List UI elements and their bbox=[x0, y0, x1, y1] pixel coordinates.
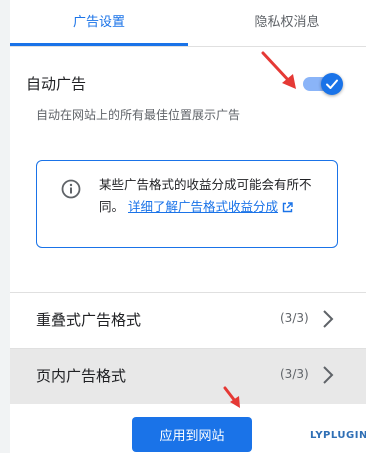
tab-bar: 广告设置 隐私权消息 bbox=[10, 0, 366, 47]
auto-ads-description: 自动在网站上的所有最佳位置展示广告 bbox=[36, 108, 241, 122]
learn-more-link[interactable]: 详细了解广告格式收益分成 bbox=[128, 199, 278, 214]
overlay-formats-count: (3/3) bbox=[280, 311, 309, 325]
in-page-formats-count: (3/3) bbox=[280, 367, 309, 381]
ad-settings-panel: 广告设置 隐私权消息 自动广告 自动在网站上的所有最佳位置展示广告 某些广告格式… bbox=[0, 0, 366, 453]
active-tab-indicator bbox=[10, 43, 188, 46]
notice-text-block: 某些广告格式的收益分成可能会有所不同。 详细了解广告格式收益分成 bbox=[99, 174, 327, 218]
watermark: LYPLUGIN bbox=[310, 430, 366, 441]
open-in-new-icon[interactable] bbox=[282, 202, 293, 213]
checkmark-icon bbox=[326, 79, 338, 89]
info-icon bbox=[61, 179, 81, 199]
tab-ad-settings[interactable]: 广告设置 bbox=[10, 0, 188, 46]
chevron-right-icon bbox=[323, 310, 334, 328]
auto-ads-toggle[interactable] bbox=[303, 73, 343, 95]
revenue-share-notice: 某些广告格式的收益分成可能会有所不同。 详细了解广告格式收益分成 bbox=[36, 160, 338, 248]
apply-to-site-button[interactable]: 应用到网站 bbox=[132, 417, 252, 452]
tab-privacy-messages[interactable]: 隐私权消息 bbox=[198, 0, 366, 46]
overlay-formats-row[interactable]: 重叠式广告格式 (3/3) bbox=[10, 293, 366, 348]
chevron-right-icon bbox=[323, 366, 334, 384]
annotation-arrow-icon bbox=[261, 51, 296, 89]
overlay-formats-label: 重叠式广告格式 bbox=[36, 311, 142, 329]
left-edge bbox=[0, 0, 10, 453]
in-page-formats-row[interactable]: 页内广告格式 (3/3) bbox=[10, 349, 366, 404]
annotation-arrow-icon bbox=[223, 386, 240, 408]
auto-ads-title: 自动广告 bbox=[26, 75, 87, 93]
toggle-thumb bbox=[321, 73, 343, 95]
in-page-formats-label: 页内广告格式 bbox=[36, 367, 127, 385]
